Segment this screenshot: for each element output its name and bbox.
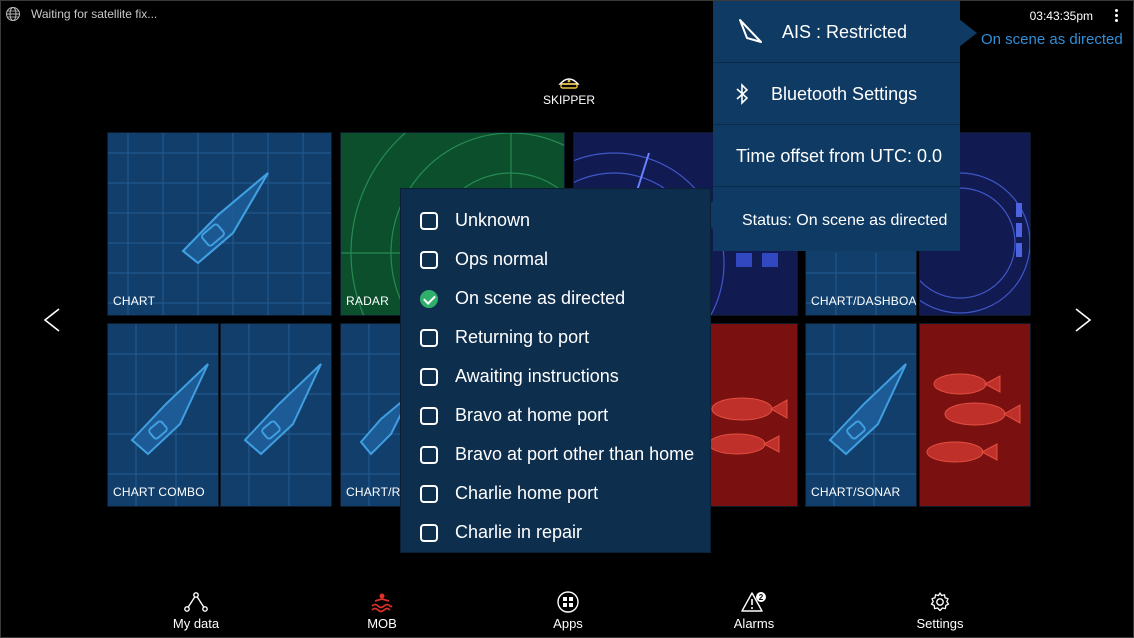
status-option[interactable]: Bravo at port other than home (401, 435, 710, 474)
chart-grid-icon (108, 133, 331, 315)
settings-label: Settings (916, 616, 964, 631)
chevron-right-icon[interactable] (1073, 307, 1093, 333)
fish-icon (926, 373, 1021, 463)
status-option-label: Bravo at home port (455, 405, 609, 425)
checkbox-icon[interactable] (420, 250, 438, 269)
chart-boat-icon (221, 324, 331, 506)
captain-hat-icon (558, 78, 580, 89)
status-option-label: Awaiting instructions (455, 366, 619, 386)
app-tile-chart-sonar[interactable]: CHART/SONAR (805, 323, 917, 507)
chevron-left-icon[interactable] (42, 307, 62, 333)
skipper-label: SKIPPER (542, 93, 596, 107)
bluetooth-icon (736, 83, 749, 105)
alarm-warning-icon: 2 (741, 592, 766, 612)
app-tile-chart[interactable]: CHART (107, 132, 332, 316)
checkbox-icon[interactable] (420, 484, 438, 503)
status-option-label: Charlie in repair (455, 522, 583, 542)
ais-menu-pointer (959, 19, 977, 47)
gps-status-message: Waiting for satellite fix... (31, 7, 158, 21)
status-menu-item[interactable]: Status: On scene as directed (713, 188, 960, 250)
apps-button[interactable]: Apps (523, 591, 613, 631)
checkbox-icon[interactable] (420, 406, 438, 425)
mob-button[interactable]: MOB (337, 591, 427, 631)
alarms-button[interactable]: 2 Alarms (709, 591, 799, 631)
skipper-profile[interactable]: SKIPPER (531, 75, 607, 107)
status-option-label: Unknown (455, 210, 531, 230)
checkbox-icon[interactable] (420, 445, 438, 464)
checkbox-icon[interactable] (420, 211, 438, 230)
ais-label: AIS : Restricted (782, 22, 908, 42)
ais-menu: AIS : Restricted Bluetooth Settings Time… (713, 1, 960, 251)
apps-label: Apps (553, 616, 583, 631)
app-tile-chart-sonar-fish (919, 323, 1031, 507)
tile-label: RADAR (346, 294, 390, 308)
gear-icon (930, 592, 950, 612)
status-option-label: On scene as directed (455, 288, 626, 308)
overflow-menu-icon[interactable] (1115, 9, 1119, 23)
my-data-button[interactable]: My data (151, 591, 241, 631)
checkbox-checked-icon[interactable] (420, 289, 438, 308)
checkbox-icon[interactable] (420, 523, 438, 542)
ais-status-text[interactable]: On scene as directed (981, 31, 1123, 48)
tile-label: CHART COMBO (113, 485, 205, 499)
status-option-label: Charlie home port (455, 483, 599, 503)
globe-icon (6, 7, 20, 21)
chart-boat-icon (108, 324, 218, 506)
my-data-icon (184, 592, 208, 612)
chart-boat-icon (806, 324, 916, 506)
status-option[interactable]: Charlie home port (401, 474, 710, 513)
tile-label: CHART/R (346, 485, 401, 499)
screen: Waiting for satellite fix... 03:43:35pm … (0, 0, 1134, 638)
my-data-label: My data (172, 616, 220, 631)
status-option[interactable]: Charlie in repair (401, 513, 710, 552)
tile-label: CHART (113, 294, 156, 308)
ais-menu-item[interactable]: AIS : Restricted (713, 1, 960, 63)
status-option-label: Bravo at port other than home (455, 444, 695, 464)
checkbox-icon[interactable] (420, 328, 438, 347)
status-option-label: Ops normal (455, 249, 549, 269)
clock: 03:43:35pm (1029, 9, 1093, 23)
status-option[interactable]: Unknown (401, 201, 710, 240)
app-tile-chart-combo-2 (220, 323, 332, 507)
man-overboard-icon (371, 593, 393, 613)
status-dropdown: Unknown Ops normal On scene as directed … (401, 189, 710, 552)
app-tile-chart-combo[interactable]: CHART COMBO (107, 323, 219, 507)
status-option-label: Returning to port (455, 327, 590, 347)
bluetooth-menu-item[interactable]: Bluetooth Settings (713, 63, 960, 125)
bluetooth-label: Bluetooth Settings (771, 84, 918, 104)
tile-label: CHART/SONAR (811, 485, 901, 499)
utc-offset-label: Time offset from UTC: 0.0 (736, 146, 943, 166)
apps-grid-icon (557, 591, 579, 613)
checkbox-icon[interactable] (420, 367, 438, 386)
status-label: Status: On scene as directed (742, 212, 948, 229)
status-option[interactable]: Returning to port (401, 318, 710, 357)
alarms-label: Alarms (733, 616, 775, 631)
alarm-count-badge: 2 (759, 593, 764, 602)
utc-offset-menu-item[interactable]: Time offset from UTC: 0.0 (713, 125, 960, 187)
status-option[interactable]: Ops normal (401, 240, 710, 279)
settings-button[interactable]: Settings (895, 591, 985, 631)
tile-label: CHART/DASHBOARD (811, 294, 917, 308)
mob-label: MOB (367, 616, 397, 631)
status-option[interactable]: Bravo at home port (401, 396, 710, 435)
status-option[interactable]: Awaiting instructions (401, 357, 710, 396)
ais-target-icon (739, 19, 762, 43)
status-option[interactable]: On scene as directed (401, 279, 710, 318)
